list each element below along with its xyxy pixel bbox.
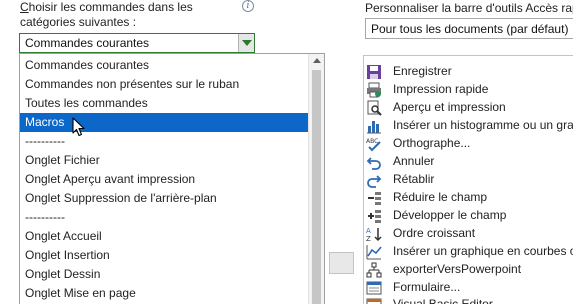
info-icon[interactable]: i — [242, 0, 254, 12]
document-scope-value: Pour tous les documents (par défaut) — [371, 22, 569, 36]
qat-item-label: Rétablir — [393, 172, 435, 186]
label-access-key: C — [20, 0, 29, 14]
choose-commands-label: Choisir les commandes dans les catégorie… — [20, 0, 240, 30]
svg-text:ABC: ABC — [366, 138, 378, 145]
qat-commands-list[interactable]: Enregistrer Impression rapide Aperçu et im… — [363, 55, 573, 304]
combo-selected-value: Commandes courantes — [25, 36, 150, 50]
dropdown-item[interactable]: Onglet Insertion — [20, 246, 309, 265]
mouse-cursor-icon — [72, 117, 85, 137]
form-icon — [366, 280, 382, 296]
qat-item-label: Insérer un histogramme ou un gra... — [393, 118, 573, 132]
vbe-icon — [366, 297, 382, 304]
dropdown-scrollbar[interactable] — [308, 54, 324, 304]
dropdown-item[interactable]: Commandes non présentes sur le ruban — [20, 75, 309, 94]
qat-item-label: Insérer un graphique en courbes o... — [393, 244, 573, 258]
undo-icon — [366, 154, 382, 170]
dropdown-item[interactable]: Onglet Dessin — [20, 265, 309, 284]
dropdown-item[interactable]: ---------- — [20, 132, 309, 151]
expand-field-icon — [366, 208, 382, 224]
qat-item-label: Aperçu et impression — [393, 100, 506, 114]
svg-text:A: A — [366, 227, 371, 235]
qat-item-label: Visual Basic Editor — [393, 297, 493, 304]
chevron-down-icon[interactable] — [238, 34, 254, 52]
qat-item-label: Développer le champ — [393, 208, 507, 222]
qat-item-label: Impression rapide — [393, 82, 489, 96]
document-scope-combobox[interactable]: Pour tous les documents (par défaut) — [365, 18, 573, 39]
print-preview-icon — [366, 100, 382, 116]
dropdown-item[interactable]: Onglet Aperçu avant impression — [20, 170, 309, 189]
dropdown-item[interactable]: Onglet Mise en page — [20, 284, 309, 303]
qat-item-label: Réduire le champ — [393, 190, 488, 204]
qat-item-label: Formulaire... — [393, 280, 461, 294]
dropdown-item[interactable]: Onglet Suppression de l'arrière-plan — [20, 189, 309, 208]
qat-item-label: Ordre croissant — [393, 226, 476, 240]
macro-icon — [366, 262, 382, 278]
collapse-field-icon — [366, 190, 382, 206]
label-line-1: hoisir les commandes dans les — [28, 0, 193, 14]
histogram-icon — [366, 118, 382, 134]
dropdown-item[interactable]: ---------- — [20, 208, 309, 227]
label-line-2: catégories suivantes : — [20, 15, 137, 29]
dropdown-item[interactable]: Onglet Fichier — [20, 151, 309, 170]
dropdown-item[interactable]: Toutes les commandes — [20, 94, 309, 113]
qat-item-label: Enregistrer — [393, 64, 452, 78]
qat-item-label: Orthographe... — [393, 136, 471, 150]
redo-icon — [366, 172, 382, 188]
scrollbar-thumb[interactable] — [312, 70, 321, 304]
dropdown-item[interactable]: Commandes courantes — [20, 56, 309, 75]
customize-qat-label: Personnaliser la barre d'outils Accès ra… — [365, 1, 573, 15]
line-chart-icon — [366, 244, 382, 260]
categories-combobox[interactable]: Commandes courantes — [19, 33, 255, 53]
sort-ascending-icon: AZ — [366, 226, 382, 243]
categories-dropdown-list[interactable]: Commandes courantes Commandes non présent… — [19, 53, 325, 304]
save-icon — [366, 64, 382, 80]
spelling-icon: ABC — [366, 136, 382, 152]
scroll-up-arrow-icon[interactable] — [313, 58, 321, 63]
qat-item-label: Annuler — [393, 154, 435, 168]
add-button[interactable] — [329, 252, 354, 274]
svg-text:Z: Z — [366, 235, 371, 242]
dropdown-item[interactable]: Onglet Accueil — [20, 227, 309, 246]
quick-print-icon — [366, 82, 382, 98]
qat-item-label: exporterVersPowerpoint — [393, 262, 522, 276]
dropdown-item[interactable]: Macros — [20, 113, 309, 132]
